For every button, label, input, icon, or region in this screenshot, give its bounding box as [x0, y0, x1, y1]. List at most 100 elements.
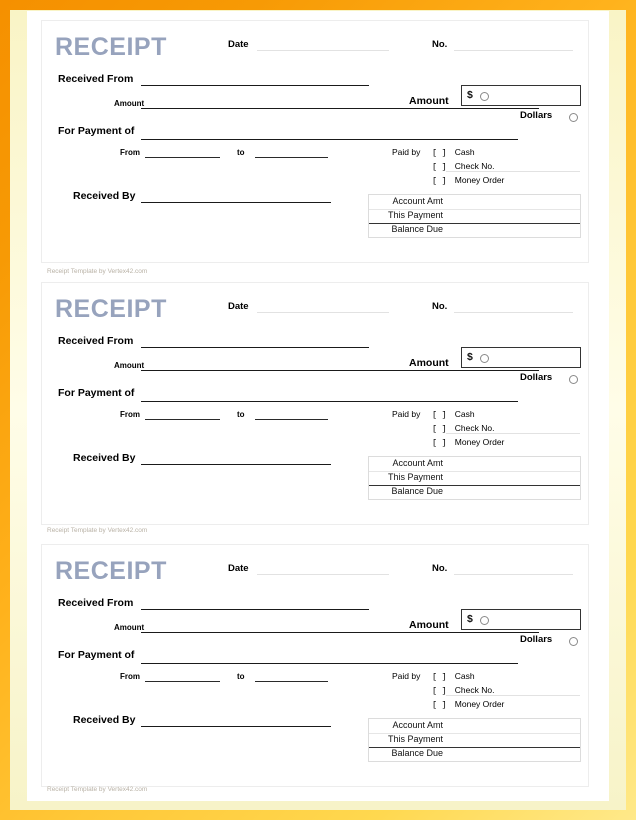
this-payment-value-cell[interactable] [445, 733, 580, 747]
check-label: Check No. [454, 161, 495, 171]
no-input[interactable] [454, 574, 573, 575]
for-payment-of-input[interactable] [141, 401, 518, 402]
template-credit: Receipt Template by Vertex42.com [47, 786, 148, 793]
amount-input[interactable]: $ [461, 609, 581, 630]
spinner-circle-icon[interactable] [480, 616, 489, 625]
received-from-input[interactable] [141, 85, 369, 86]
spinner-circle-icon[interactable] [569, 637, 578, 646]
amount-words-label: Amount [114, 361, 145, 370]
account-amt-value-cell[interactable] [445, 195, 580, 209]
receipt-card-2: RECEIPT Date No. Received From Amount Am… [41, 282, 589, 525]
money-order-label: Money Order [454, 437, 505, 447]
check-checkbox[interactable]: [ ] [432, 686, 447, 696]
amount-words-input[interactable] [141, 632, 539, 633]
table-row: This Payment [369, 733, 580, 747]
payment-method-money-order[interactable]: [ ] Money Order [432, 175, 504, 186]
date-input[interactable] [257, 312, 389, 313]
received-from-label: Received From [58, 597, 134, 609]
balance-due-value-cell[interactable] [445, 747, 580, 761]
amount-box-label: Amount [409, 357, 449, 369]
from-label: From [120, 148, 140, 157]
from-input[interactable] [145, 157, 220, 158]
to-input[interactable] [255, 681, 328, 682]
document-page: RECEIPT Date No. Received From Amount Am… [27, 11, 609, 801]
currency-symbol: $ [467, 613, 473, 625]
cash-checkbox[interactable]: [ ] [432, 410, 447, 420]
payment-method-cash[interactable]: [ ] Cash [432, 671, 475, 682]
receipt-title: RECEIPT [55, 557, 167, 585]
amount-input[interactable]: $ [461, 347, 581, 368]
this-payment-label-cell: This Payment [387, 210, 443, 220]
account-amt-value-cell[interactable] [445, 719, 580, 733]
cash-label: Cash [454, 671, 475, 681]
no-input[interactable] [454, 312, 573, 313]
amount-words-input[interactable] [141, 108, 539, 109]
table-row: This Payment [369, 209, 580, 223]
table-row: Balance Due [369, 223, 580, 237]
amount-input[interactable]: $ [461, 85, 581, 106]
received-by-input[interactable] [141, 202, 331, 203]
for-payment-of-input[interactable] [141, 663, 518, 664]
paid-by-label: Paid by [392, 147, 421, 157]
cash-checkbox[interactable]: [ ] [432, 672, 447, 682]
to-input[interactable] [255, 157, 328, 158]
spinner-circle-icon[interactable] [480, 354, 489, 363]
account-summary-table: Account Amt This Payment Balance Due [368, 718, 581, 762]
amount-words-input[interactable] [141, 370, 539, 371]
money-order-checkbox[interactable]: [ ] [432, 700, 447, 710]
balance-due-value-cell[interactable] [445, 485, 580, 499]
for-payment-of-label: For Payment of [58, 387, 135, 399]
table-row: Account Amt [369, 457, 580, 471]
to-input[interactable] [255, 419, 328, 420]
payment-method-money-order[interactable]: [ ] Money Order [432, 437, 504, 448]
this-payment-value-cell[interactable] [445, 209, 580, 223]
payment-method-cash[interactable]: [ ] Cash [432, 409, 475, 420]
balance-due-label-cell: Balance Due [391, 486, 443, 496]
received-by-label: Received By [73, 714, 136, 726]
received-by-label: Received By [73, 452, 136, 464]
from-label: From [120, 672, 140, 681]
check-no-input[interactable] [446, 433, 580, 434]
received-from-input[interactable] [141, 347, 369, 348]
table-row: This Payment [369, 471, 580, 485]
from-input[interactable] [145, 681, 220, 682]
check-no-input[interactable] [446, 171, 580, 172]
account-amt-label-cell: Account Amt [392, 720, 443, 730]
check-label: Check No. [454, 685, 495, 695]
money-order-checkbox[interactable]: [ ] [432, 176, 447, 186]
for-payment-of-input[interactable] [141, 139, 518, 140]
date-label: Date [228, 301, 249, 312]
table-row: Balance Due [369, 747, 580, 761]
table-row: Account Amt [369, 195, 580, 209]
this-payment-value-cell[interactable] [445, 471, 580, 485]
money-order-checkbox[interactable]: [ ] [432, 438, 447, 448]
check-checkbox[interactable]: [ ] [432, 424, 447, 434]
no-input[interactable] [454, 50, 573, 51]
spinner-circle-icon[interactable] [569, 113, 578, 122]
spinner-circle-icon[interactable] [569, 375, 578, 384]
account-amt-label-cell: Account Amt [392, 196, 443, 206]
check-no-input[interactable] [446, 695, 580, 696]
date-input[interactable] [257, 50, 389, 51]
received-by-input[interactable] [141, 464, 331, 465]
payment-method-cash[interactable]: [ ] Cash [432, 147, 475, 158]
received-from-input[interactable] [141, 609, 369, 610]
from-input[interactable] [145, 419, 220, 420]
balance-due-label-cell: Balance Due [391, 224, 443, 234]
balance-due-value-cell[interactable] [445, 223, 580, 237]
check-checkbox[interactable]: [ ] [432, 162, 447, 172]
this-payment-label-cell: This Payment [387, 734, 443, 744]
receipt-card-3: RECEIPT Date No. Received From Amount Am… [41, 544, 589, 787]
date-input[interactable] [257, 574, 389, 575]
money-order-label: Money Order [454, 699, 505, 709]
receipt-title: RECEIPT [55, 33, 167, 61]
cash-checkbox[interactable]: [ ] [432, 148, 447, 158]
currency-symbol: $ [467, 89, 473, 101]
currency-symbol: $ [467, 351, 473, 363]
payment-method-money-order[interactable]: [ ] Money Order [432, 699, 504, 710]
cash-label: Cash [454, 147, 475, 157]
account-amt-value-cell[interactable] [445, 457, 580, 471]
spinner-circle-icon[interactable] [480, 92, 489, 101]
received-by-input[interactable] [141, 726, 331, 727]
check-label: Check No. [454, 423, 495, 433]
